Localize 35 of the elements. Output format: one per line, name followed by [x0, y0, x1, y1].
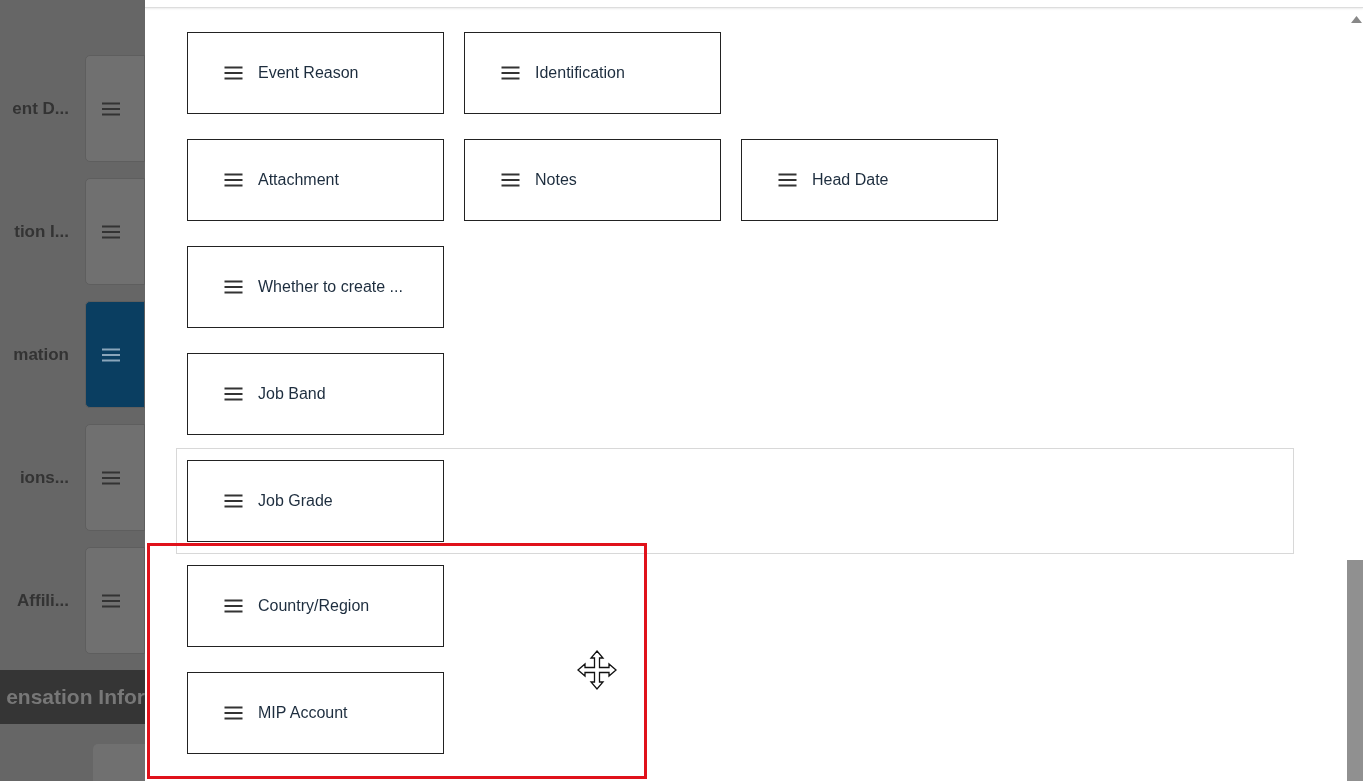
section-card[interactable]	[85, 55, 145, 162]
move-cursor-icon	[577, 650, 617, 690]
section-card[interactable]	[85, 547, 145, 654]
field-tile[interactable]: Notes	[464, 139, 721, 221]
menu-icon	[102, 593, 120, 608]
field-tile[interactable]: Event Reason	[187, 32, 444, 114]
field-tile[interactable]: Head Date	[741, 139, 998, 221]
menu-icon	[224, 387, 243, 401]
field-tile[interactable]: Whether to create ...	[187, 246, 444, 328]
field-tile[interactable]: Identification	[464, 32, 721, 114]
menu-icon	[224, 494, 243, 508]
menu-icon	[224, 173, 243, 187]
field-tile[interactable]: MIP Account	[187, 672, 444, 754]
menu-icon	[501, 66, 520, 80]
field-tile[interactable]: Attachment	[187, 139, 444, 221]
menu-icon	[224, 599, 243, 613]
menu-icon	[224, 280, 243, 294]
section-card[interactable]	[85, 178, 145, 285]
menu-icon	[102, 224, 120, 239]
menu-icon	[224, 706, 243, 720]
group-header: ensation Infor	[0, 670, 145, 724]
section-card[interactable]	[93, 744, 145, 781]
scroll-up-arrow-icon[interactable]	[1351, 16, 1362, 23]
menu-icon	[102, 101, 120, 116]
scrollbar-thumb[interactable]	[1347, 560, 1363, 781]
section-card[interactable]	[85, 424, 145, 531]
menu-icon	[224, 66, 243, 80]
field-tile[interactable]: Job Band	[187, 353, 444, 435]
section-card[interactable]	[85, 301, 145, 408]
menu-icon	[102, 347, 120, 362]
menu-icon	[778, 173, 797, 187]
field-tile[interactable]: Job Grade	[187, 460, 444, 542]
menu-icon	[501, 173, 520, 187]
field-tile[interactable]: Country/Region	[187, 565, 444, 647]
menu-icon	[102, 470, 120, 485]
